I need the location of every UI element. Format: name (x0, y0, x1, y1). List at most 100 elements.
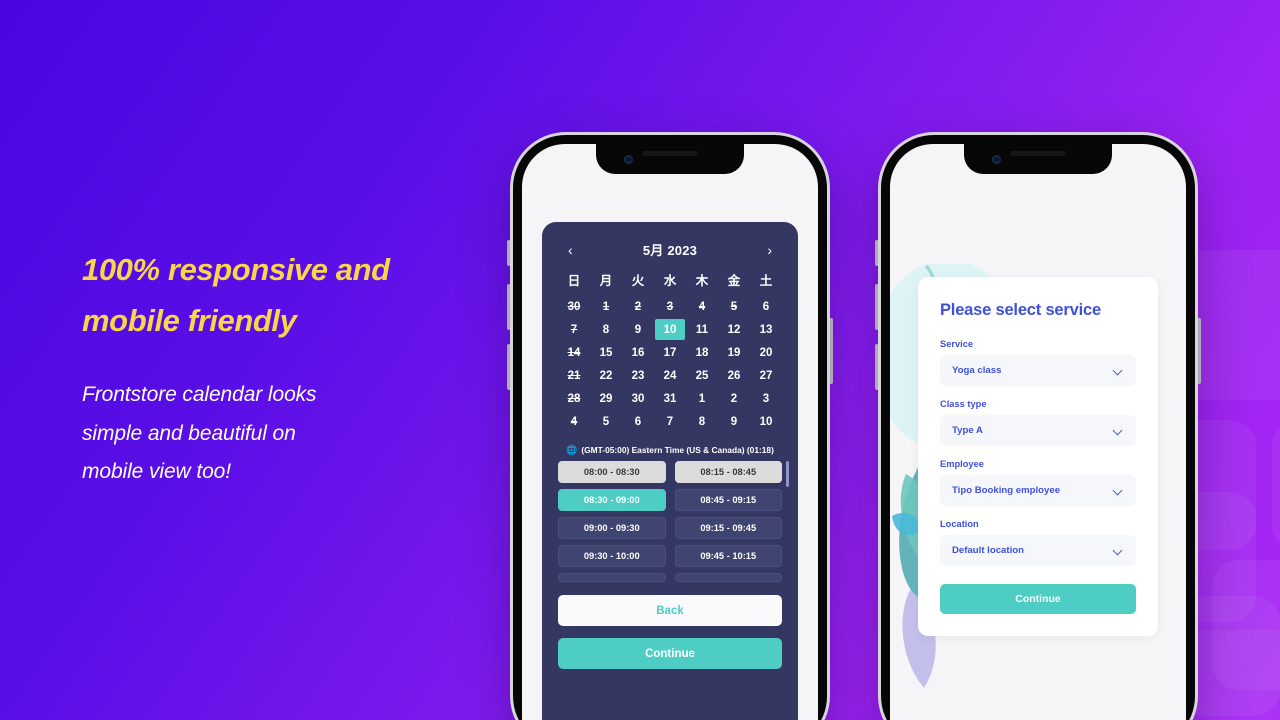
calendar-day-cell[interactable]: 12 (718, 318, 750, 341)
calendar-day-cell[interactable]: 8 (686, 410, 718, 433)
calendar-day-cell[interactable]: 5 (590, 410, 622, 433)
calendar-day-label: 1 (602, 300, 610, 313)
chevron-down-icon (1114, 486, 1124, 496)
calendar-day-label: 16 (631, 346, 645, 359)
calendar-day-cell[interactable]: 30 (622, 387, 654, 410)
calendar-day-cell[interactable]: 17 (654, 341, 686, 364)
subtext-line-2: simple and beautiful on (82, 421, 296, 445)
calendar-day-label: 18 (695, 346, 709, 359)
calendar-week-row: 21 22 23 24 25 26 27 (558, 364, 782, 387)
calendar-day-label: 1 (698, 392, 706, 405)
calendar-day-cell[interactable]: 11 (686, 318, 718, 341)
select-class-type[interactable]: Type A (940, 415, 1136, 446)
calendar-day-cell[interactable]: 25 (686, 364, 718, 387)
select-value: Type A (952, 425, 983, 436)
calendar-day-label: 21 (567, 369, 581, 382)
back-button[interactable]: Back (558, 595, 782, 626)
calendar-day-cell[interactable]: 10 (654, 318, 686, 341)
time-slot[interactable]: 09:45 - 10:15 (674, 545, 782, 567)
time-slot[interactable]: 09:15 - 09:45 (674, 517, 782, 539)
calendar-day-cell: 5 (718, 295, 750, 318)
form-field: Location Default location (940, 519, 1136, 566)
calendar-day-cell[interactable]: 26 (718, 364, 750, 387)
weekday-header: 金 (727, 274, 741, 288)
calendar-day-cell[interactable]: 8 (590, 318, 622, 341)
calendar-day-label: 26 (727, 369, 741, 382)
calendar-day-label: 28 (567, 392, 581, 405)
time-slot-scrollbar[interactable] (786, 461, 789, 487)
calendar-week-row: 7 8 9 10 11 12 13 (558, 318, 782, 341)
phone-mockup-service: Please select service Service Yoga class C… (875, 132, 1201, 720)
calendar-day-label: 8 (698, 415, 706, 428)
calendar-day-cell[interactable]: 24 (654, 364, 686, 387)
calendar-day-cell: 21 (558, 364, 590, 387)
calendar-week-row: 4 5 6 7 8 9 10 (558, 410, 782, 433)
calendar-day-cell[interactable]: 29 (590, 387, 622, 410)
calendar-day-cell[interactable]: 2 (718, 387, 750, 410)
front-camera-icon (992, 155, 1001, 164)
calendar-day-cell[interactable]: 22 (590, 364, 622, 387)
calendar-day-cell[interactable]: 9 (622, 318, 654, 341)
calendar-day-label: 15 (599, 346, 613, 359)
calendar-day-cell[interactable]: 20 (750, 341, 782, 364)
calendar-day-cell: 30 (558, 295, 590, 318)
calendar-week-row: 28 29 30 31 1 2 3 (558, 387, 782, 410)
time-slot[interactable]: 09:30 - 10:00 (558, 545, 666, 567)
calendar-day-cell[interactable]: 9 (718, 410, 750, 433)
field-label: Employee (940, 459, 984, 469)
time-slot[interactable]: 09:00 - 09:30 (558, 517, 666, 539)
service-selection-card: Please select service Service Yoga class C… (918, 277, 1158, 636)
chevron-down-icon (1114, 546, 1124, 556)
calendar-day-cell[interactable]: 16 (622, 341, 654, 364)
weekday-header: 土 (759, 274, 773, 288)
calendar-day-cell[interactable]: 31 (654, 387, 686, 410)
calendar-day-label: 13 (759, 323, 773, 336)
calendar-day-cell[interactable]: 19 (718, 341, 750, 364)
calendar-day-label: 12 (727, 323, 741, 336)
chevron-down-icon (1114, 366, 1124, 376)
calendar-day-cell: 4 (686, 295, 718, 318)
next-month-icon[interactable]: › (763, 243, 776, 257)
calendar-day-cell: 3 (654, 295, 686, 318)
form-field: Employee Tipo Booking employee (940, 459, 1136, 506)
calendar-day-cell[interactable]: 13 (750, 318, 782, 341)
calendar-day-cell[interactable]: 10 (750, 410, 782, 433)
calendar-day-label: 7 (570, 323, 578, 336)
calendar-day-cell[interactable]: 27 (750, 364, 782, 387)
select-employee[interactable]: Tipo Booking employee (940, 475, 1136, 506)
subtext-line-3: mobile view too! (82, 460, 231, 483)
select-value: Yoga class (952, 365, 1002, 376)
time-slot-partial[interactable] (674, 573, 782, 582)
calendar-day-cell[interactable]: 7 (654, 410, 686, 433)
time-slot[interactable]: 08:30 - 09:00 (558, 489, 666, 511)
calendar-day-label: 17 (663, 346, 677, 359)
time-slot[interactable]: 08:45 - 09:15 (674, 489, 782, 511)
calendar-day-cell[interactable]: 18 (686, 341, 718, 364)
select-location[interactable]: Default location (940, 535, 1136, 566)
calendar-day-cell[interactable]: 15 (590, 341, 622, 364)
time-slot-partial[interactable] (558, 573, 666, 582)
calendar-day-label: 14 (567, 346, 581, 359)
calendar-day-label: 6 (634, 415, 642, 428)
front-camera-icon (624, 155, 633, 164)
time-slot: 08:00 - 08:30 (558, 461, 666, 483)
calendar-day-cell[interactable]: 3 (750, 387, 782, 410)
earpiece-speaker-icon (1010, 151, 1066, 156)
calendar-day-cell[interactable]: 6 (622, 410, 654, 433)
continue-button[interactable]: Continue (558, 638, 782, 669)
service-continue-button[interactable]: Continue (940, 584, 1136, 614)
subtext-line-1: Frontstore calendar looks (82, 383, 317, 406)
calendar-day-label: 5 (730, 300, 738, 313)
select-service[interactable]: Yoga class (940, 355, 1136, 386)
phone-left-screen: ‹ 5月 2023 › 日月火水木金土 30 1 2 3 4 5 6 7 8 9 10 11 12 13 1… (522, 144, 818, 720)
calendar-day-cell[interactable]: 1 (686, 387, 718, 410)
time-slot-grid: 08:00 - 08:30 08:15 - 08:45 08:30 - 09:00 0… (558, 461, 789, 582)
marketing-copy: 100% responsive and mobile friendly Fron… (82, 244, 502, 492)
calendar-day-cell: 28 (558, 387, 590, 410)
prev-month-icon[interactable]: ‹ (564, 243, 577, 257)
calendar-day-cell[interactable]: 23 (622, 364, 654, 387)
phone-left-notch (596, 144, 744, 174)
weekday-header: 月 (599, 274, 613, 288)
calendar-day-label: 30 (567, 300, 581, 313)
calendar-day-cell[interactable]: 6 (750, 295, 782, 318)
